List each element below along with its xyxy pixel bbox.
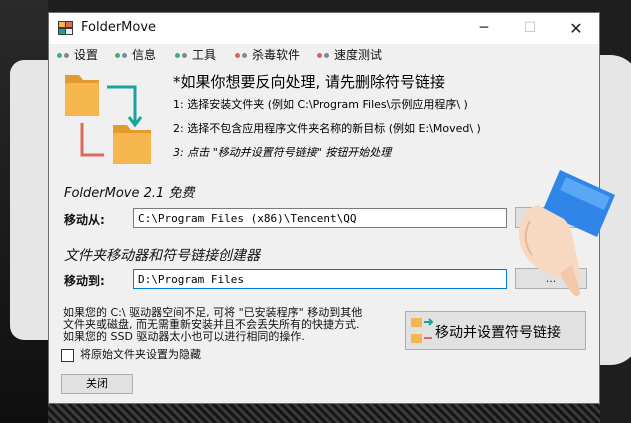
move-and-symlink-button[interactable]: 移动并设置符号链接 (405, 311, 586, 350)
move-from-label: 移动从: (64, 213, 105, 227)
instruction-step-3: 3: 点击 "移动并设置符号链接" 按钮开始处理 (173, 146, 392, 159)
app-subtitle: 文件夹移动器和符号链接创建器 (64, 248, 260, 264)
menu-dots-icon (235, 52, 249, 60)
menu-item-tools[interactable]: 工具 (175, 47, 216, 63)
hide-original-label: 将原始文件夹设置为隐藏 (80, 348, 201, 361)
menu-item-label: 杀毒软件 (252, 48, 301, 62)
minimize-button[interactable]: ─ (461, 13, 507, 44)
menu-dots-icon (317, 52, 331, 60)
target-folder-icon (113, 125, 151, 164)
version-title: FolderMove 2.1 免费 (64, 186, 195, 201)
folder-move-illustration (65, 75, 151, 164)
reverse-process-notice: *如果你想要反向处理, 请先删除符号链接 (173, 73, 446, 91)
hide-original-checkbox-row[interactable]: 将原始文件夹设置为隐藏 (61, 348, 201, 362)
description-line: 如果您的 SSD 驱动器太小也可以进行相同的操作. (63, 330, 305, 343)
description-text: 如果您的 C:\ 驱动器空间不足, 可将 "已安装程序" 移动到其他 文件夹或磁… (63, 307, 408, 343)
menu-item-label: 速度测试 (334, 48, 383, 62)
menu-item-antivirus[interactable]: 杀毒软件 (235, 47, 300, 63)
maximize-button[interactable]: ☐ (507, 13, 553, 44)
move-folders-icon (411, 318, 434, 343)
hide-original-checkbox[interactable] (61, 348, 74, 362)
move-button-label: 移动并设置符号链接 (435, 325, 561, 341)
arrow-back-red (80, 123, 104, 157)
move-from-input[interactable] (133, 208, 507, 228)
menu-dots-icon (175, 52, 189, 60)
instruction-step-1: 1: 选择安装文件夹 (例如 C:\Program Files\示例应用程序\ … (173, 98, 468, 111)
instruction-step-2: 2: 选择不包含应用程序文件夹名称的新目标 (例如 E:\Moved\ ) (173, 122, 481, 135)
source-folder-icon (65, 75, 99, 116)
pointing-hand-icon (518, 170, 615, 297)
move-to-label: 移动到: (64, 274, 105, 288)
close-window-button[interactable]: ✕ (553, 13, 599, 44)
menu-item-speedtest[interactable]: 速度测试 (317, 47, 382, 63)
desktop-background-bottom (48, 404, 600, 423)
menu-item-label: 工具 (192, 48, 217, 62)
move-to-input[interactable] (133, 269, 507, 289)
close-button[interactable]: 关闭 (61, 374, 133, 394)
